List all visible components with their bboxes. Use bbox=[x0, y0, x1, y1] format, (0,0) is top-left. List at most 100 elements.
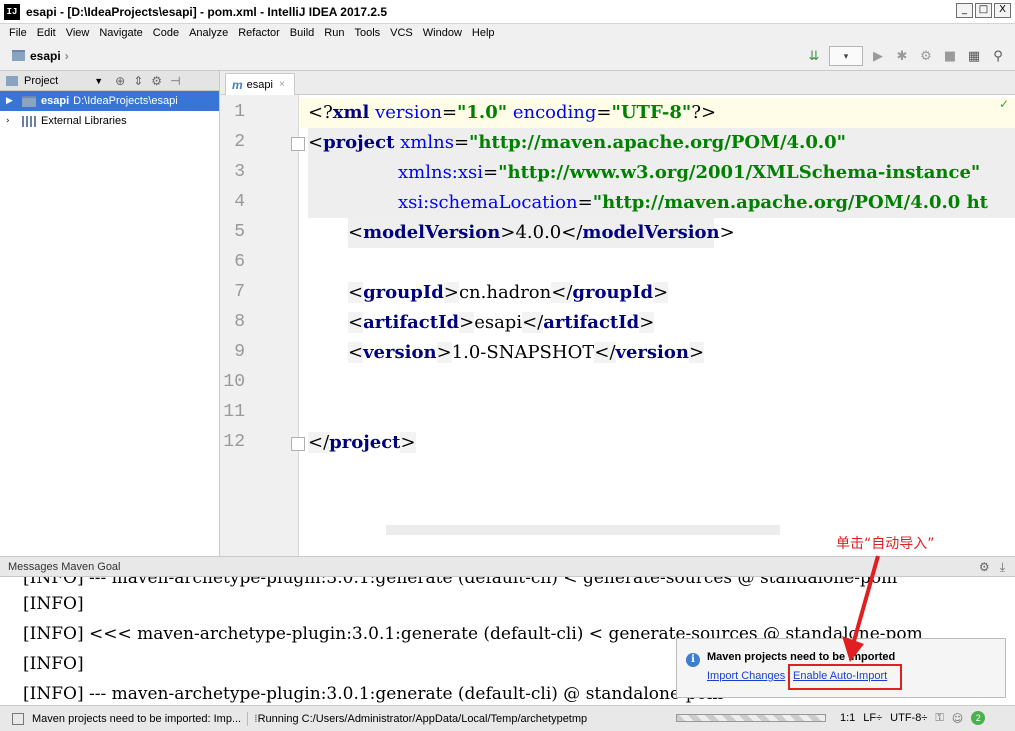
project-structure-icon[interactable]: ▦ bbox=[965, 47, 983, 65]
tool-windows-toggle-icon[interactable] bbox=[12, 712, 24, 725]
code-token: "1.0" bbox=[457, 102, 508, 123]
code-token: project bbox=[323, 132, 395, 153]
tree-item-external-libraries[interactable]: › External Libraries bbox=[0, 111, 219, 131]
tree-item-esapi[interactable]: ▶ esapi D:\IdeaProjects\esapi bbox=[0, 91, 219, 111]
no-problems-check-icon: ✓ bbox=[998, 97, 1009, 111]
code-line-2: <project xmlns="http://maven.apache.org/… bbox=[308, 132, 847, 153]
folder-icon bbox=[12, 50, 25, 61]
editor-tab-bar: m esapi × bbox=[221, 71, 1015, 95]
hector-icon[interactable]: ☺ bbox=[952, 712, 963, 725]
coverage-icon[interactable]: ⚙ bbox=[917, 47, 935, 65]
menu-vcs[interactable]: VCS bbox=[385, 27, 418, 39]
dropdown-arrow-icon[interactable]: ▼ bbox=[94, 76, 103, 86]
code-token: "UTF-8" bbox=[611, 102, 692, 123]
run-icon[interactable]: ▶ bbox=[869, 47, 887, 65]
menu-edit[interactable]: Edit bbox=[32, 27, 61, 39]
file-encoding[interactable]: UTF-8÷ bbox=[890, 712, 927, 724]
menu-window[interactable]: Window bbox=[418, 27, 467, 39]
navigation-bar: esapi › ⇊ ▾ ▶ ✱ ⚙ ■ ▦ ⚲ bbox=[0, 41, 1015, 71]
code-token: modelVersion bbox=[582, 222, 720, 243]
menu-code[interactable]: Code bbox=[148, 27, 184, 39]
line-number: 8 bbox=[234, 312, 245, 332]
maven-file-icon: m bbox=[232, 77, 243, 92]
breadcrumb-project: esapi bbox=[30, 48, 61, 63]
minimize-button[interactable]: _ bbox=[956, 3, 973, 18]
close-button[interactable]: X bbox=[994, 3, 1011, 18]
horizontal-scrollbar[interactable] bbox=[386, 525, 780, 535]
project-view-dropdown[interactable]: Project bbox=[24, 75, 58, 87]
search-icon[interactable]: ⚲ bbox=[989, 47, 1007, 65]
messages-tools: ⚙ ⤓ bbox=[979, 560, 1005, 575]
menu-help[interactable]: Help bbox=[467, 27, 500, 39]
code-token: artifactId bbox=[543, 312, 640, 333]
module-folder-icon bbox=[22, 95, 36, 107]
intellij-logo-icon: IJ bbox=[4, 3, 20, 20]
annotation-text: 单击“自动导入” bbox=[836, 536, 935, 552]
code-line-12: </project> bbox=[308, 432, 416, 453]
code-token: cn.hadron bbox=[458, 282, 552, 303]
window-title: esapi - [D:\IdeaProjects\esapi] - pom.xm… bbox=[26, 4, 388, 19]
status-message[interactable]: Maven projects need to be imported: Imp.… bbox=[32, 713, 241, 725]
menu-navigate[interactable]: Navigate bbox=[94, 27, 147, 39]
code-area[interactable]: <?xml version="1.0" encoding="UTF-8"?> <… bbox=[300, 95, 1015, 556]
running-process[interactable]: Running C:/Users/Administrator/AppData/L… bbox=[258, 713, 588, 725]
code-line-5: <modelVersion>4.0.0</modelVersion> bbox=[348, 222, 735, 243]
code-token: "http://maven.apache.org/POM/4.0.0 ht bbox=[592, 192, 988, 213]
line-number: 3 bbox=[234, 162, 245, 182]
line-number: 5 bbox=[234, 222, 245, 242]
highlight-box bbox=[788, 664, 902, 690]
code-token: <? bbox=[308, 102, 333, 123]
code-line-4: xsi:schemaLocation="http://maven.apache.… bbox=[398, 192, 988, 213]
menu-analyze[interactable]: Analyze bbox=[184, 27, 233, 39]
status-divider bbox=[247, 711, 249, 726]
maximize-button[interactable]: □ bbox=[975, 3, 992, 18]
line-number: 6 bbox=[234, 252, 245, 272]
menu-view[interactable]: View bbox=[61, 27, 95, 39]
menu-refactor[interactable]: Refactor bbox=[233, 27, 285, 39]
run-config-dropdown[interactable]: ▾ bbox=[829, 46, 863, 66]
close-tab-icon[interactable]: × bbox=[279, 79, 285, 90]
gear-icon[interactable]: ⚙ bbox=[151, 74, 162, 88]
scroll-from-source-icon[interactable]: ⊕ bbox=[115, 74, 125, 88]
code-token: xsi:schemaLocation bbox=[398, 192, 578, 213]
hide-panel-icon[interactable]: ⊣ bbox=[170, 74, 180, 88]
project-panel-header: Project ▼ ⊕ ⇕ ⚙ ⊣ bbox=[0, 71, 219, 91]
collapse-all-icon[interactable]: ⇕ bbox=[133, 74, 143, 88]
code-token: groupId bbox=[572, 282, 654, 303]
code-token: version bbox=[369, 102, 442, 123]
event-log-badge[interactable]: 2 bbox=[971, 711, 986, 725]
import-changes-link[interactable]: Import Changes bbox=[707, 670, 785, 682]
breadcrumb[interactable]: esapi › bbox=[12, 49, 69, 63]
menu-bar: File Edit View Navigate Code Analyze Ref… bbox=[0, 24, 1015, 41]
gear-icon[interactable]: ⚙ bbox=[979, 560, 990, 575]
expand-arrow-icon[interactable]: ▶ bbox=[6, 96, 18, 106]
expand-arrow-icon[interactable]: › bbox=[6, 116, 18, 126]
project-icon bbox=[6, 75, 18, 86]
menu-run[interactable]: Run bbox=[319, 27, 349, 39]
lock-icon[interactable]: ⚿ bbox=[935, 711, 943, 725]
code-token: version bbox=[615, 342, 689, 363]
progress-bar[interactable] bbox=[676, 714, 826, 722]
menu-file[interactable]: File bbox=[4, 27, 32, 39]
code-token: xmlns:xsi bbox=[398, 162, 484, 183]
build-icon[interactable]: ⇊ bbox=[805, 47, 823, 65]
menu-tools[interactable]: Tools bbox=[349, 27, 385, 39]
code-line-8: <artifactId>esapi</artifactId> bbox=[348, 312, 655, 333]
project-panel: Project ▼ ⊕ ⇕ ⚙ ⊣ ▶ esapi D:\IdeaProject… bbox=[0, 71, 220, 556]
tab-label: esapi bbox=[246, 78, 273, 91]
debug-icon[interactable]: ✱ bbox=[893, 47, 911, 65]
code-token: encoding bbox=[507, 102, 597, 123]
code-token: project bbox=[329, 432, 401, 453]
menu-build[interactable]: Build bbox=[285, 27, 319, 39]
tab-pom-xml[interactable]: m esapi × bbox=[225, 73, 295, 95]
window-controls: _ □ X bbox=[956, 3, 1011, 18]
hide-panel-icon[interactable]: ⤓ bbox=[1000, 560, 1005, 575]
status-bar: Maven projects need to be imported: Imp.… bbox=[0, 705, 1015, 731]
caret-position[interactable]: 1:1 bbox=[840, 712, 855, 724]
line-number: 1 bbox=[234, 102, 245, 122]
code-line-7: <groupId>cn.hadron</groupId> bbox=[348, 282, 669, 303]
stop-icon[interactable]: ■ bbox=[941, 47, 959, 65]
console-line: [INFO] --- maven-archetype-plugin:3.0.1:… bbox=[23, 577, 898, 588]
line-separator[interactable]: LF÷ bbox=[863, 712, 882, 724]
code-editor[interactable]: 1 2 3 4 5 6 7 8 9 10 11 12 <?xml version… bbox=[221, 95, 1015, 556]
